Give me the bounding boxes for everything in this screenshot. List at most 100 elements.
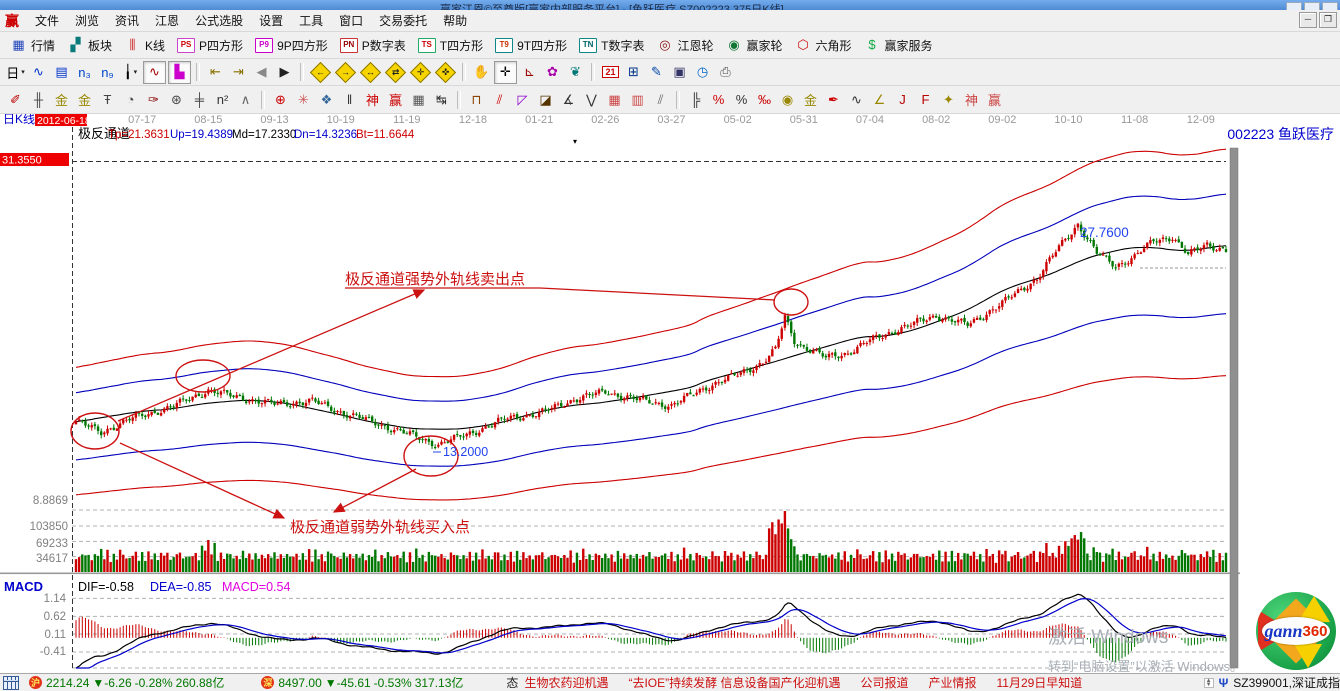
menu-item-公式选股[interactable]: 公式选股	[187, 12, 251, 30]
ticker-spinner[interactable]: ▲▼	[1204, 678, 1214, 688]
menu-item-资讯[interactable]: 资讯	[107, 12, 147, 30]
p-square-button[interactable]: PSP四方形	[171, 36, 249, 55]
gann-circle-icon[interactable]: ⊛	[166, 89, 187, 110]
menu-item-设置[interactable]: 设置	[251, 12, 291, 30]
minutes-9-icon[interactable]: n₉	[97, 62, 118, 83]
cross-diamond-icon[interactable]: ✛	[409, 62, 432, 83]
ticker-headline[interactable]: 11月29日早知道	[996, 676, 1082, 690]
menu-item-文件[interactable]: 文件	[27, 12, 67, 30]
gold-line-icon[interactable]: 金	[800, 89, 821, 110]
gold-circle-icon[interactable]: ◉	[777, 89, 798, 110]
god-mark-icon[interactable]: 神	[362, 89, 383, 110]
permille-icon[interactable]: ‰	[754, 89, 775, 110]
win-mark-icon[interactable]: 赢	[385, 89, 406, 110]
crosshair-icon[interactable]: ✛	[494, 61, 517, 84]
span-arrow-icon[interactable]: ↹	[431, 89, 452, 110]
f-angle-icon[interactable]: F	[915, 89, 936, 110]
trend-red-icon[interactable]: ∿	[143, 61, 166, 84]
ticker-headline[interactable]: 公司报道	[860, 676, 908, 690]
t-square-button[interactable]: TST四方形	[412, 36, 489, 55]
grow-diamond-icon[interactable]: →	[334, 62, 357, 83]
tick-ruler-icon[interactable]: ╪	[189, 89, 210, 110]
timeshare-icon[interactable]: ∿	[28, 62, 49, 83]
grid-123-icon[interactable]: ▦	[408, 89, 429, 110]
chart-canvas[interactable]: 极反通道强势外轨线卖出点极反通道弱势外轨线买入点13.200027.7600日K…	[0, 114, 1340, 673]
j-angle-icon[interactable]: J	[892, 89, 913, 110]
ink-angle-icon[interactable]: ✒	[823, 89, 844, 110]
chart-scrollbar[interactable]	[1230, 148, 1238, 668]
rays-icon[interactable]: ∡	[558, 89, 579, 110]
kline-button[interactable]: ⫼K线	[118, 36, 171, 55]
red-web-icon[interactable]: ✳	[293, 89, 314, 110]
f10-info-icon[interactable]: ▤	[51, 62, 72, 83]
web-grid-icon[interactable]: ❖	[316, 89, 337, 110]
gold-ruler-1-icon[interactable]: 金	[51, 89, 72, 110]
p-table-button[interactable]: PNP数字表	[334, 36, 412, 55]
angle-ruler-icon[interactable]: ✑	[143, 89, 164, 110]
mdi-button[interactable]: ─	[1299, 12, 1317, 28]
percent-icon[interactable]: %	[731, 89, 752, 110]
print-icon[interactable]: ⎙	[715, 62, 736, 83]
ticker-headline[interactable]: 产业情报	[928, 676, 976, 690]
gann-wheel-button[interactable]: ◎江恩轮	[650, 36, 719, 55]
flower-tool-icon[interactable]: ✿	[542, 62, 563, 83]
anchor-box-icon[interactable]: ⊓	[466, 89, 487, 110]
wave-box-icon[interactable]: ∿	[846, 89, 867, 110]
cluster-tool-icon[interactable]: ❦	[565, 62, 586, 83]
angle-measure-icon[interactable]: ⊾	[519, 62, 540, 83]
menu-item-窗口[interactable]: 窗口	[331, 12, 371, 30]
expand-diamond-icon[interactable]: ↔	[359, 62, 382, 83]
window-controls[interactable]	[1286, 2, 1338, 10]
gold-angle-icon[interactable]: ∠	[869, 89, 890, 110]
n-square-icon[interactable]: n²	[212, 89, 233, 110]
indicator-dropdown-icon[interactable]: ▾	[573, 137, 577, 146]
percent-tri-icon[interactable]: %	[708, 89, 729, 110]
index-quote-沪[interactable]: 沪2214.24▼-6.26-0.28%260.88亿	[25, 674, 227, 691]
ticker-headline[interactable]: 生物农药迎机遇	[524, 676, 608, 690]
mirror-angle-icon[interactable]: ∧	[235, 89, 256, 110]
volume-profile-icon[interactable]: ▙	[168, 61, 191, 84]
scale-ruler-icon[interactable]: ╠	[685, 89, 706, 110]
menu-item-工具[interactable]: 工具	[291, 12, 331, 30]
red-target-icon[interactable]: ⊕	[270, 89, 291, 110]
world-clock-icon[interactable]: ◷	[692, 62, 713, 83]
gold-fan-icon[interactable]: ✦	[938, 89, 959, 110]
candle-style-icon[interactable]: ╽▾	[120, 62, 141, 83]
mdi-button[interactable]: ❐	[1319, 12, 1337, 28]
v-wave-icon[interactable]: ⋁	[581, 89, 602, 110]
god-angle-icon[interactable]: 神	[961, 89, 982, 110]
red-grid-2-icon[interactable]: ▥	[627, 89, 648, 110]
t-table-button[interactable]: TNT数字表	[573, 36, 650, 55]
swap-diamond-icon[interactable]: ⇄	[384, 62, 407, 83]
mdi-window-buttons[interactable]: ─❐	[1299, 12, 1337, 28]
save-icon[interactable]: ▣	[669, 62, 690, 83]
fan-dark-icon[interactable]: ◪	[535, 89, 556, 110]
calculator-icon[interactable]: ⊞	[623, 62, 644, 83]
period-day-selector[interactable]: 日▾	[5, 62, 26, 83]
pan-hand-icon[interactable]: ✋	[471, 62, 492, 83]
notes-icon[interactable]: ✎	[646, 62, 667, 83]
index-quote-深[interactable]: 深8497.00▼-45.61-0.53%317.13亿	[257, 674, 466, 691]
f-ruler-icon[interactable]: Ŧ	[97, 89, 118, 110]
parallel-lines-icon[interactable]: ⫽	[650, 89, 671, 110]
gann-grid-tool-icon[interactable]: ╫	[28, 89, 49, 110]
last-page-icon[interactable]: ⇥	[228, 62, 249, 83]
full-diamond-icon[interactable]: ✜	[434, 62, 457, 83]
gold-ruler-2-icon[interactable]: 金	[74, 89, 95, 110]
next-page-icon[interactable]: ▶	[274, 62, 295, 83]
calendar-icon[interactable]: 21	[600, 62, 621, 83]
hexagon-button[interactable]: ⬡六角形	[789, 36, 858, 55]
red-grid-icon[interactable]: ▦	[604, 89, 625, 110]
menu-item-交易委托[interactable]: 交易委托	[371, 12, 435, 30]
t9-square-button[interactable]: T99T四方形	[489, 36, 573, 55]
fan-red-icon[interactable]: ⫽	[489, 89, 510, 110]
menu-item-帮助[interactable]: 帮助	[435, 12, 475, 30]
menu-item-江恩[interactable]: 江恩	[147, 12, 187, 30]
winner-service-button[interactable]: $赢家服务	[858, 36, 939, 55]
quotes-grid-icon[interactable]	[3, 676, 19, 690]
ticker-headline[interactable]: “去IOE”持续发酵 信息设备国产化迎机遇	[628, 676, 840, 690]
fan-purple-icon[interactable]: ◸	[512, 89, 533, 110]
winner-wheel-button[interactable]: ◉赢家轮	[719, 36, 788, 55]
menu-item-浏览[interactable]: 浏览	[67, 12, 107, 30]
pulse-mark-icon[interactable]: ǁ	[339, 89, 360, 110]
